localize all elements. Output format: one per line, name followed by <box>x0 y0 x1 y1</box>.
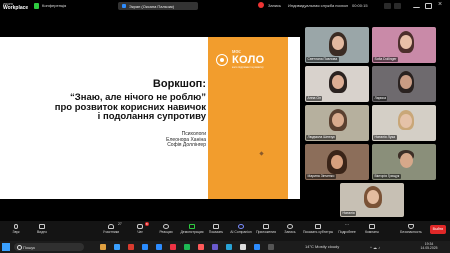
weather-widget[interactable]: 14°C Mostly cloudy <box>305 244 339 249</box>
chrome-icon[interactable] <box>170 244 176 250</box>
slide-authors: Психологи Елеонора Ханіна Софія Доллінге… <box>110 131 206 149</box>
search-icon <box>17 245 22 250</box>
participant-tile[interactable]: Людмила Шевчук <box>305 105 369 141</box>
mail-icon[interactable] <box>142 244 148 250</box>
slide-title: Воркшоп: <box>152 78 206 90</box>
participant-tile[interactable]: Наталія <box>340 183 404 217</box>
more-button[interactable]: ··· Подробнее <box>335 221 359 241</box>
screen-share-icon <box>122 4 126 8</box>
chat-icon <box>137 224 143 229</box>
zoom-workplace-logo: zoom Workplace <box>3 1 29 11</box>
app-icon[interactable] <box>184 244 190 250</box>
participant-face <box>400 35 412 49</box>
participant-face <box>332 36 344 50</box>
record-icon <box>287 224 293 229</box>
participant-face <box>331 155 343 169</box>
participant-tile[interactable]: Sofia Dollinger <box>372 27 436 63</box>
meeting-title: Конференція <box>42 3 67 8</box>
minimize-icon[interactable] <box>413 3 420 8</box>
audio-button[interactable]: Звук <box>4 221 28 241</box>
more-icon: ··· <box>344 222 350 228</box>
record-indicator-icon <box>258 2 264 8</box>
meeting-host-label: Индивидуальная служба психологической <box>288 3 348 8</box>
record-button[interactable]: Запись <box>278 221 302 241</box>
share-icon <box>189 224 195 229</box>
view-options-button[interactable] <box>384 3 391 9</box>
microphone-icon <box>14 224 18 229</box>
participant-tile[interactable]: Лариса <box>372 66 436 102</box>
windows-start-icon[interactable] <box>2 243 10 251</box>
participant-face <box>400 114 412 128</box>
taskbar-search[interactable]: Пошук <box>14 243 84 251</box>
ai-companion-button[interactable]: AI Companion <box>229 221 253 241</box>
participants-icon <box>108 224 114 229</box>
apps-icon <box>263 224 269 229</box>
app-icon[interactable] <box>198 244 204 250</box>
participant-face <box>332 113 344 127</box>
author-name: Софія Доллінгер <box>167 142 206 149</box>
gallery-view-button[interactable] <box>394 3 401 9</box>
video-button[interactable]: Видео <box>30 221 54 241</box>
ai-icon <box>238 224 244 229</box>
participant-face <box>400 75 412 89</box>
video-icon <box>39 224 45 229</box>
app-icon[interactable] <box>240 244 246 250</box>
slide-subtitle-line: і подолання супротиву <box>97 111 206 122</box>
shield-icon <box>408 224 414 229</box>
participant-tile[interactable]: Светлана Павлова <box>305 27 369 63</box>
opera-icon[interactable] <box>128 244 134 250</box>
reactions-button[interactable]: Реакции <box>154 221 178 241</box>
shield-check-icon[interactable] <box>34 3 39 9</box>
slide-title-block: Воркшоп: “Знаю, але нічого не роблю” про… <box>24 78 206 122</box>
app-icon[interactable] <box>212 244 218 250</box>
record-label[interactable]: Запись <box>268 3 281 8</box>
zoom-app-icon[interactable] <box>156 244 162 250</box>
file-explorer-icon[interactable] <box>100 244 106 250</box>
rooms-icon <box>369 224 375 229</box>
telegram-icon[interactable] <box>226 244 232 250</box>
participants-count: 27 <box>118 222 122 226</box>
security-button[interactable]: Безопасность <box>396 221 426 241</box>
screen-share-indicator[interactable]: Экран (Оксана Пальчик) <box>118 2 198 10</box>
participant-face <box>367 190 379 204</box>
participant-face <box>400 153 413 168</box>
captions-icon <box>315 224 321 229</box>
apps-button[interactable]: Приложения <box>254 221 278 241</box>
view-button[interactable]: Показать <box>204 221 228 241</box>
share-screen-button[interactable]: Демонстрация <box>180 221 204 241</box>
flower-logo-icon <box>216 54 228 66</box>
meeting-timer: 00:00:15 <box>352 3 368 8</box>
chat-count-badge: 8 <box>145 222 149 226</box>
participant-tile[interactable]: Вікторія Грищук <box>372 144 436 180</box>
view-icon <box>213 224 219 229</box>
participant-face <box>332 75 344 89</box>
tray-icons[interactable]: ^ ☁ ♪ <box>370 245 380 250</box>
captions-button[interactable]: Показать субтитры <box>303 221 333 241</box>
reactions-icon <box>163 224 169 229</box>
meeting-top-bar <box>0 0 450 13</box>
participant-tile[interactable]: Анна Ол <box>305 66 369 102</box>
edge-icon[interactable] <box>114 244 120 250</box>
breakout-rooms-button[interactable]: Комнаты <box>360 221 384 241</box>
zoom-app-icon[interactable] <box>254 244 260 250</box>
participant-tile[interactable]: Наталія Лука <box>372 105 436 141</box>
system-clock[interactable]: 19:34 14.05.2025 <box>418 242 440 250</box>
close-icon[interactable]: × <box>438 1 442 8</box>
maximize-icon[interactable] <box>425 3 432 9</box>
participant-tile[interactable]: Марина Зінченко <box>305 144 369 180</box>
app-icon[interactable] <box>268 244 274 250</box>
end-meeting-button[interactable]: Выйти <box>430 225 446 234</box>
moe-kolo-logo: моє КОЛО коло підтримки та розвитку <box>213 49 283 71</box>
